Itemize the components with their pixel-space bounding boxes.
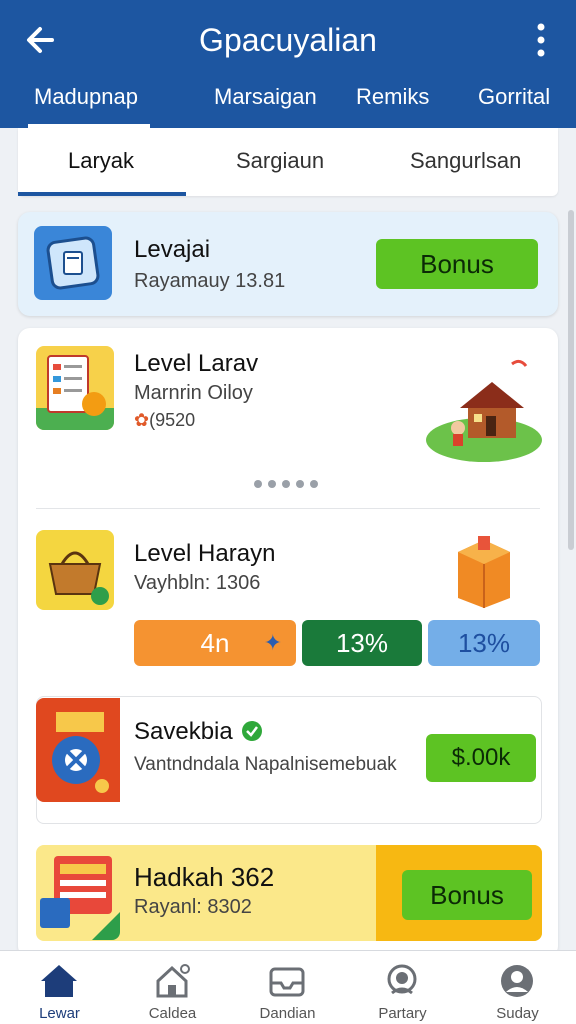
row1-thumbnail xyxy=(36,346,114,430)
stat-pill-orange[interactable]: 4n ✦ xyxy=(134,620,296,666)
subtab-sargiaun[interactable]: Sargiaun xyxy=(236,148,324,174)
flower-icon: ✿ xyxy=(134,410,150,430)
nav-partary-label: Partary xyxy=(378,1005,427,1022)
card-subtitle: Rayamauy 13.81 xyxy=(134,270,286,292)
row2-thumbnail xyxy=(36,530,114,610)
subtab-sangurlsan[interactable]: Sangurlsan xyxy=(410,148,521,174)
row1-meta-value: (9520 xyxy=(149,410,196,430)
row4-subtitle: Rayanl: 8302 xyxy=(134,896,252,918)
shopping-basket-icon xyxy=(48,551,109,605)
nav-home[interactable]: Lewar xyxy=(2,951,117,1024)
nav-dandian-label: Dandian xyxy=(259,1005,316,1022)
sparkle-icon: ✦ xyxy=(263,630,282,655)
bottom-navigation: Lewar Caldea Dandian Partary Suday xyxy=(0,950,576,1024)
nav-partary[interactable]: Partary xyxy=(345,951,460,1024)
row4-bonus-button[interactable]: Bonus xyxy=(402,870,532,920)
nav-dandian[interactable]: Dandian xyxy=(230,951,345,1024)
nav-caldea[interactable]: Caldea xyxy=(115,951,230,1024)
row4-title: Hadkah 362 xyxy=(134,862,275,892)
tab-remiks[interactable]: Remiks xyxy=(356,84,429,128)
row3-title-text: Savekbia xyxy=(134,718,233,745)
settings-tools-icon xyxy=(52,712,109,793)
app-bar: Gpacuyalian Madupnap Marsaigan Remiks Go… xyxy=(0,0,576,128)
carousel-dots[interactable] xyxy=(254,480,318,488)
row2-subtitle: Vayhbln: 1306 xyxy=(134,572,261,594)
nav-caldea-label: Caldea xyxy=(148,1005,197,1022)
sub-tabs: Laryak Sargiaun Sangurlsan xyxy=(18,128,558,196)
card-thumbnail xyxy=(34,226,112,300)
pill-orange-label: 4n xyxy=(200,628,230,658)
package-box-icon xyxy=(458,536,510,608)
row1-meta: ✿(9520 xyxy=(134,410,195,431)
nav-suday[interactable]: Suday xyxy=(460,951,575,1024)
shopping-list-icon xyxy=(36,355,114,430)
store-shelf-icon xyxy=(40,856,120,940)
more-options-icon[interactable] xyxy=(536,22,546,58)
nav-suday-label: Suday xyxy=(496,1005,539,1022)
bonus-button[interactable]: Bonus xyxy=(376,239,538,289)
stat-pill-blue[interactable]: 13% xyxy=(428,620,540,666)
stat-pill-green[interactable]: 13% xyxy=(302,620,422,666)
active-tab-indicator xyxy=(18,192,186,196)
row1-title: Level Larav xyxy=(134,350,259,377)
house-illustration-icon xyxy=(426,359,542,462)
gift-box-icon xyxy=(46,236,100,290)
row1-subtitle: Marnrin Oiloy xyxy=(134,382,253,404)
tab-madupnap[interactable]: Madupnap xyxy=(28,84,150,128)
verified-check-icon xyxy=(242,721,263,741)
divider xyxy=(36,508,540,509)
price-button[interactable]: $.00k xyxy=(426,734,536,782)
inbox-icon xyxy=(269,967,305,997)
nav-home-label: Lewar xyxy=(39,1005,80,1022)
bonus-card[interactable]: Levajai Rayamauy 13.81 Bonus xyxy=(18,212,558,316)
top-tabs: Madupnap Marsaigan Remiks Gorrital xyxy=(0,84,576,128)
tab-gorrital[interactable]: Gorrital xyxy=(478,84,550,128)
home-icon xyxy=(41,965,77,997)
tab-marsaigan[interactable]: Marsaigan xyxy=(214,84,317,128)
app-title: Gpacuyalian xyxy=(199,22,377,58)
house-outline-icon xyxy=(156,964,190,998)
row2-title: Level Harayn xyxy=(134,540,276,567)
search-badge-icon xyxy=(387,964,417,995)
row3-subtitle: Vantndndala Napalnisemebuak xyxy=(134,754,397,775)
row3-thumbnail xyxy=(36,698,120,802)
scrollbar[interactable] xyxy=(568,210,574,550)
row3-title: Savekbia xyxy=(134,718,263,746)
card-title: Levajai xyxy=(134,236,211,263)
row4-thumbnail xyxy=(36,850,120,940)
profile-icon xyxy=(501,965,533,997)
subtab-laryak[interactable]: Laryak xyxy=(68,148,134,174)
